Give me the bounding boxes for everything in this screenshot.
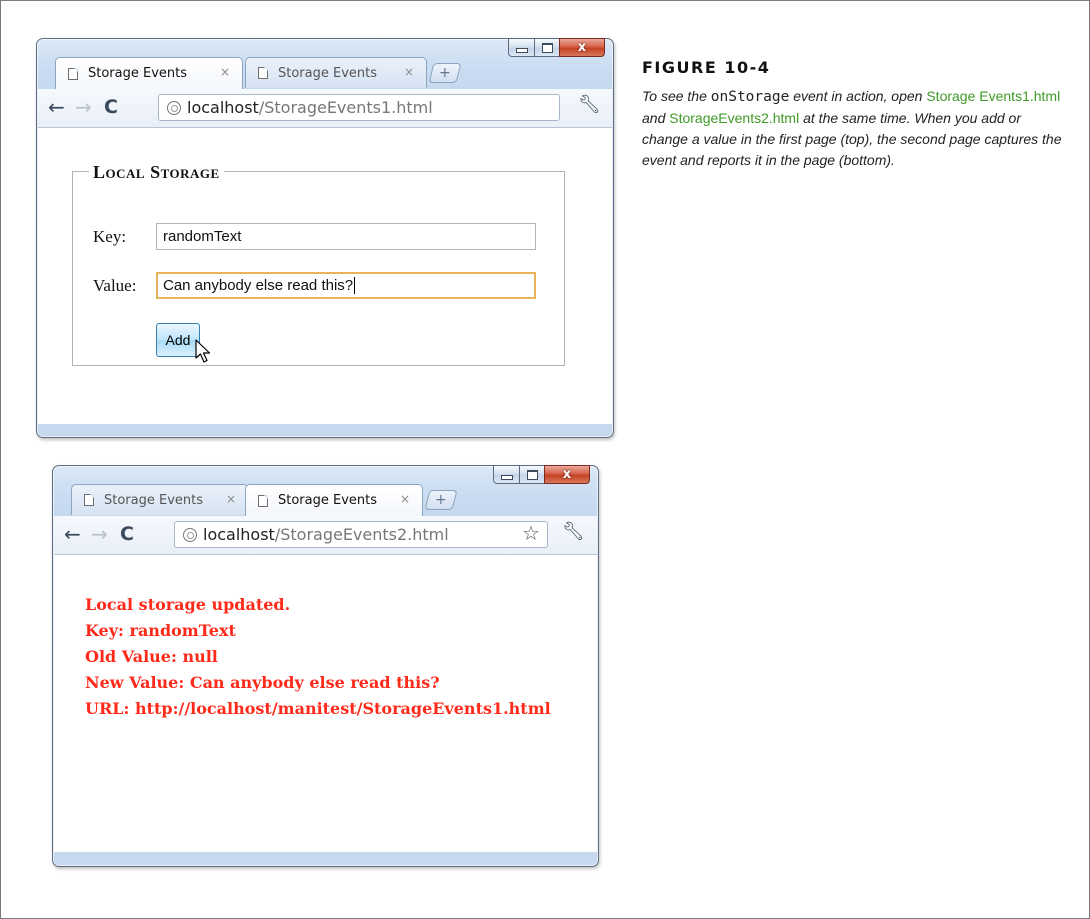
- maximize-button[interactable]: [534, 38, 560, 57]
- reload-icon[interactable]: C: [104, 97, 118, 117]
- caption-code: onStorage: [710, 89, 790, 105]
- value-input[interactable]: Can anybody else read this?: [156, 272, 536, 299]
- new-tab-button[interactable]: +: [428, 63, 462, 83]
- address-bar[interactable]: localhost/StorageEvents2.html: [174, 521, 548, 548]
- url-path: /StorageEvents1.html: [258, 98, 433, 117]
- forward-arrow-icon[interactable]: →: [75, 97, 92, 117]
- event-log-line: Local storage updated.: [85, 595, 291, 614]
- close-window-button[interactable]: x: [559, 38, 605, 57]
- maximize-button[interactable]: [519, 465, 545, 484]
- text-caret: [354, 277, 356, 294]
- page-icon: [258, 67, 268, 79]
- new-tab-button[interactable]: +: [424, 490, 458, 510]
- minimize-button[interactable]: [493, 465, 520, 484]
- plus-icon: +: [439, 65, 451, 81]
- globe-icon: [183, 527, 197, 542]
- url-host: localhost: [203, 525, 275, 544]
- wrench-icon[interactable]: 🔧︎: [578, 94, 601, 115]
- browser-window-bottom: x Storage Events × Storage Events × + ← …: [52, 465, 599, 867]
- page-icon: [258, 494, 268, 507]
- figure-title: FIGURE 10-4: [642, 58, 771, 77]
- event-log-line: New Value: Can anybody else read this?: [85, 673, 440, 692]
- globe-icon: [167, 100, 181, 115]
- key-input[interactable]: randomText: [156, 223, 536, 250]
- window-controls: x: [508, 38, 605, 57]
- forward-arrow-icon[interactable]: →: [91, 524, 108, 544]
- tab-storage-events-2[interactable]: Storage Events ×: [245, 484, 423, 516]
- value-label: Value:: [93, 276, 137, 295]
- wrench-icon[interactable]: 🔧︎: [562, 521, 585, 542]
- add-button[interactable]: Add: [156, 323, 200, 357]
- address-bar[interactable]: localhost/StorageEvents1.html: [158, 94, 560, 121]
- back-arrow-icon[interactable]: ←: [64, 524, 81, 544]
- tab-close-icon[interactable]: ×: [226, 492, 236, 506]
- tab-label: Storage Events: [278, 493, 378, 508]
- minimize-icon: [515, 48, 528, 53]
- tab-close-icon[interactable]: ×: [220, 65, 230, 79]
- browser-window-top: x Storage Events × Storage Events × + ← …: [36, 38, 614, 438]
- maximize-icon: [526, 469, 538, 480]
- tab-strip: Storage Events × Storage Events × +: [53, 484, 598, 516]
- minimize-icon: [500, 475, 513, 480]
- tab-close-icon[interactable]: ×: [400, 492, 410, 506]
- browser-toolbar: ← → C localhost/StorageEvents2.html ☆ 🔧︎: [54, 516, 597, 555]
- tab-close-icon[interactable]: ×: [404, 65, 414, 79]
- mouse-cursor-icon: [195, 339, 211, 363]
- event-log-line: Key: randomText: [85, 621, 236, 640]
- page-icon: [68, 67, 78, 80]
- fieldset-legend: Local Storage: [89, 162, 224, 183]
- page-icon: [84, 494, 94, 506]
- caption-text: To see the: [642, 88, 711, 104]
- local-storage-fieldset: Local Storage Key: randomText Value: Can…: [72, 162, 565, 366]
- back-arrow-icon[interactable]: ←: [48, 97, 65, 117]
- browser-toolbar: ← → C localhost/StorageEvents1.html 🔧︎: [38, 89, 612, 128]
- tab-label: Storage Events: [104, 492, 204, 508]
- maximize-icon: [541, 42, 553, 53]
- reload-icon[interactable]: C: [120, 524, 134, 544]
- close-icon: x: [562, 467, 572, 482]
- tab-storage-events-1[interactable]: Storage Events ×: [55, 57, 243, 89]
- tab-label: Storage Events: [278, 65, 378, 81]
- page-content: Local Storage Key: randomText Value: Can…: [38, 128, 612, 424]
- close-window-button[interactable]: x: [544, 465, 590, 484]
- caption-text: and: [642, 110, 670, 126]
- value-input-text: Can anybody else read this?: [163, 277, 354, 294]
- url-host: localhost: [187, 98, 259, 117]
- star-icon[interactable]: ☆: [522, 521, 540, 545]
- close-icon: x: [577, 40, 587, 55]
- event-log-line: Old Value: null: [85, 647, 218, 666]
- plus-icon: +: [435, 492, 447, 508]
- tab-strip: Storage Events × Storage Events × +: [37, 57, 613, 89]
- tab-storage-events-1[interactable]: Storage Events ×: [71, 484, 249, 515]
- minimize-button[interactable]: [508, 38, 535, 57]
- url-path: /StorageEvents2.html: [274, 525, 449, 544]
- caption-link-storageevents1[interactable]: Storage Events1.html: [926, 88, 1060, 104]
- event-log-line: URL: http://localhost/manitest/StorageEv…: [85, 699, 551, 718]
- caption-text: event in action, open: [789, 88, 927, 104]
- tab-storage-events-2[interactable]: Storage Events ×: [245, 57, 427, 88]
- tab-label: Storage Events: [88, 66, 188, 81]
- figure-caption: To see the onStorage event in action, op…: [642, 86, 1067, 171]
- key-label: Key:: [93, 227, 127, 246]
- page-content: Local storage updated. Key: randomText O…: [54, 555, 597, 852]
- window-controls: x: [493, 465, 590, 484]
- caption-link-storageevents2[interactable]: StorageEvents2.html: [669, 110, 799, 126]
